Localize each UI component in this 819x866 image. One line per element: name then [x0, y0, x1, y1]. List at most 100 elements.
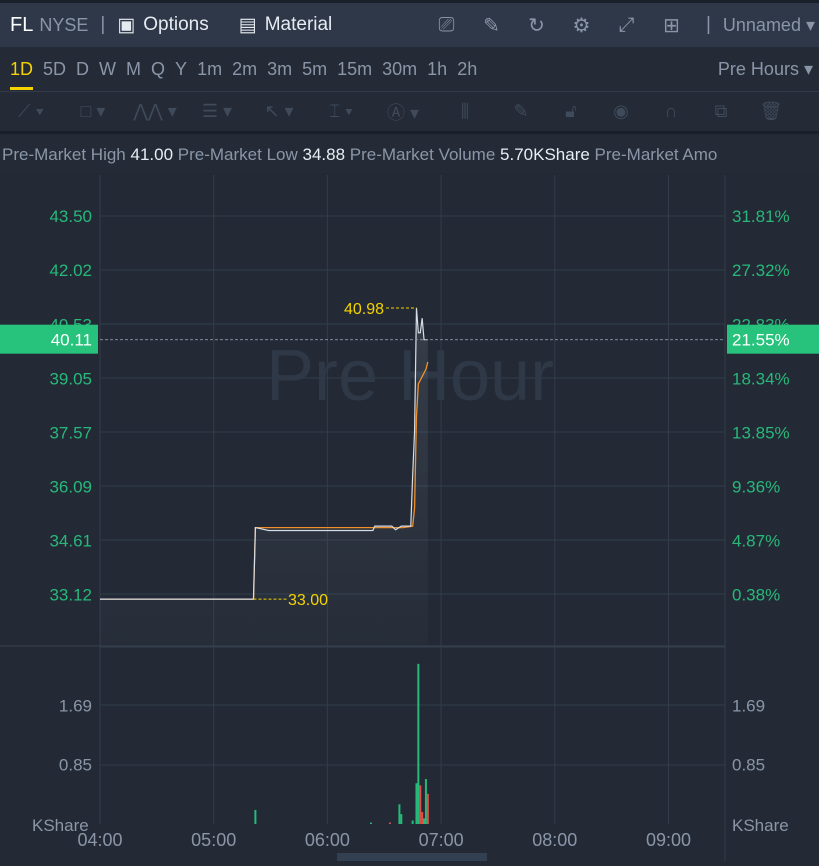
timeframe-1D[interactable]: 1D: [10, 47, 34, 92]
session-label: Pre Hours: [717, 58, 799, 79]
volume-unit-right: KShare: [732, 816, 789, 835]
percent-tick: 27.32%: [732, 261, 790, 280]
time-tick: 07:00: [419, 830, 464, 850]
fibonacci-tool-icon[interactable]: ☰ ▾: [186, 101, 248, 122]
percent-tick: 13.85%: [732, 423, 790, 442]
timeframe-W[interactable]: W: [99, 47, 116, 92]
volume-tick-right: 1.69: [732, 696, 765, 715]
price-tick: 33.12: [49, 586, 92, 605]
timeframe-M[interactable]: M: [126, 47, 141, 92]
material-label: Material: [264, 14, 333, 35]
timeframe-5D[interactable]: 5D: [43, 47, 66, 92]
volume-bar: [398, 804, 401, 824]
percent-tick: 0.38%: [732, 586, 780, 605]
trash-icon[interactable]: 🗑︎: [746, 101, 796, 122]
timeframe-1h[interactable]: 1h: [427, 47, 447, 92]
document-icon: ▤: [238, 14, 257, 36]
volume-bar: [423, 818, 426, 824]
drawing-toolbar: ⟋ ▾ □ ▾ ⋀⋀ ▾ ☰ ▾ ↖ ▾ ⌶ ▾ Ⓐ ▾ ⫼ ✎ 🔓︎ ◉ ∩ ⧉ 🗑︎: [0, 92, 819, 134]
volume-bar: [417, 663, 420, 824]
options-label: Options: [143, 14, 209, 35]
volume-tick-right: 0.85: [732, 755, 765, 774]
current-price: 40.11: [51, 331, 92, 350]
price-tick: 37.57: [49, 423, 92, 442]
text-tool-icon[interactable]: Ⓐ ▾: [372, 99, 434, 125]
volume-bar: [415, 783, 418, 824]
timeframe-30m[interactable]: 30m: [382, 47, 417, 92]
lock-icon[interactable]: 🔓︎: [546, 101, 596, 122]
symbol: FL: [10, 13, 34, 36]
chart-monitor-icon[interactable]: ⎚: [424, 14, 469, 37]
timeframe-15m[interactable]: 15m: [337, 47, 372, 92]
stat-label: Pre-Market High: [2, 145, 126, 164]
volume-bar: [411, 820, 414, 824]
refresh-icon[interactable]: ↻: [514, 13, 559, 38]
edit-icon[interactable]: ✎: [469, 13, 514, 38]
pattern-tool-icon[interactable]: ⋀⋀ ▾: [124, 101, 186, 122]
price-tick: 36.09: [49, 477, 92, 496]
indicator-icon[interactable]: ⫼: [434, 101, 496, 122]
rectangle-tool-icon[interactable]: □ ▾: [62, 101, 124, 122]
volume-tick: 1.69: [59, 696, 92, 715]
eye-icon[interactable]: ◉: [596, 101, 646, 122]
fullscreen-icon[interactable]: ⤢: [604, 14, 649, 37]
volume-tick: 0.85: [59, 755, 92, 774]
scroll-handle[interactable]: [337, 853, 487, 861]
measure-tool-icon[interactable]: ⌶ ▾: [310, 101, 372, 122]
divider: |: [705, 14, 711, 35]
stat-label: Pre-Market Low: [177, 145, 298, 164]
price-chart[interactable]: Pre Hour 40.98 33.00 43.50 31.81% 42.02 27.32%…: [0, 175, 819, 861]
arrow-tool-icon[interactable]: ↖ ▾: [248, 101, 310, 122]
volume-bar: [421, 812, 424, 824]
stat-value: 41.00: [130, 145, 174, 164]
timeframe-1m[interactable]: 1m: [197, 47, 222, 92]
options-icon: ▣: [117, 14, 136, 36]
material-button[interactable]: ▤ Material: [239, 14, 333, 37]
percent-tick: 4.87%: [732, 531, 780, 550]
volume-bar: [369, 822, 372, 824]
price-tick: 42.02: [49, 261, 92, 280]
grid-layout-icon[interactable]: ⊞: [649, 13, 694, 38]
time-tick: 08:00: [532, 830, 577, 850]
price-tick: 43.50: [49, 207, 92, 226]
layout-name: Unnamed: [722, 14, 801, 35]
session-selector[interactable]: Pre Hours ▾: [718, 59, 813, 80]
line-tool-icon[interactable]: ⟋ ▾: [0, 101, 62, 122]
time-tick: 06:00: [305, 830, 350, 850]
percent-tick: 9.36%: [732, 477, 780, 496]
timeframe-D[interactable]: D: [76, 47, 89, 92]
timeframe-bar: 1D 5D D W M Q Y 1m 2m 3m 5m 15m 30m 1h 2h Pre Hours ▾: [0, 47, 819, 92]
gear-icon[interactable]: ⚙: [559, 13, 604, 38]
timeframe-Y[interactable]: Y: [175, 47, 187, 92]
time-tick: 05:00: [191, 830, 236, 850]
pen-icon[interactable]: ✎: [496, 101, 546, 122]
timeframe-2m[interactable]: 2m: [232, 47, 257, 92]
low-label: 33.00: [288, 592, 328, 609]
options-button[interactable]: ▣ Options: [117, 14, 208, 37]
timeframe-Q[interactable]: Q: [151, 47, 165, 92]
timeframe-5m[interactable]: 5m: [302, 47, 327, 92]
time-tick: 04:00: [77, 830, 122, 850]
price-tick: 34.61: [49, 531, 92, 550]
chart-svg[interactable]: Pre Hour 40.98 33.00 43.50 31.81% 42.02 27.32%…: [0, 175, 819, 861]
timeframe-3m[interactable]: 3m: [267, 47, 292, 92]
stat-label: Pre-Market Amo: [594, 145, 718, 164]
watermark: Pre Hour: [266, 336, 554, 416]
volume-bar: [388, 822, 391, 824]
timeframe-2h[interactable]: 2h: [457, 47, 477, 92]
price-tick: 39.05: [49, 369, 92, 388]
percent-tick: 31.81%: [732, 207, 790, 226]
top-bar: FL NYSE | ▣ Options ▤ Material ⎚ ✎ ↻ ⚙ ⤢ ⊞…: [0, 0, 819, 47]
current-change: 21.55%: [732, 331, 790, 350]
stat-value: 34.88: [302, 145, 346, 164]
magnet-icon[interactable]: ∩: [646, 101, 696, 122]
divider: |: [100, 14, 106, 35]
copy-icon[interactable]: ⧉: [696, 101, 746, 122]
layout-selector[interactable]: Unnamed ▾: [723, 15, 815, 36]
header-tools: ⎚ ✎ ↻ ⚙ ⤢ ⊞ | Unnamed ▾: [424, 13, 815, 38]
percent-tick: 18.34%: [732, 369, 790, 388]
volume-bar: [424, 779, 427, 824]
stat-value: 5.70KShare: [500, 145, 590, 164]
stat-label: Pre-Market Volume: [349, 145, 496, 164]
volume-bar: [426, 793, 429, 824]
